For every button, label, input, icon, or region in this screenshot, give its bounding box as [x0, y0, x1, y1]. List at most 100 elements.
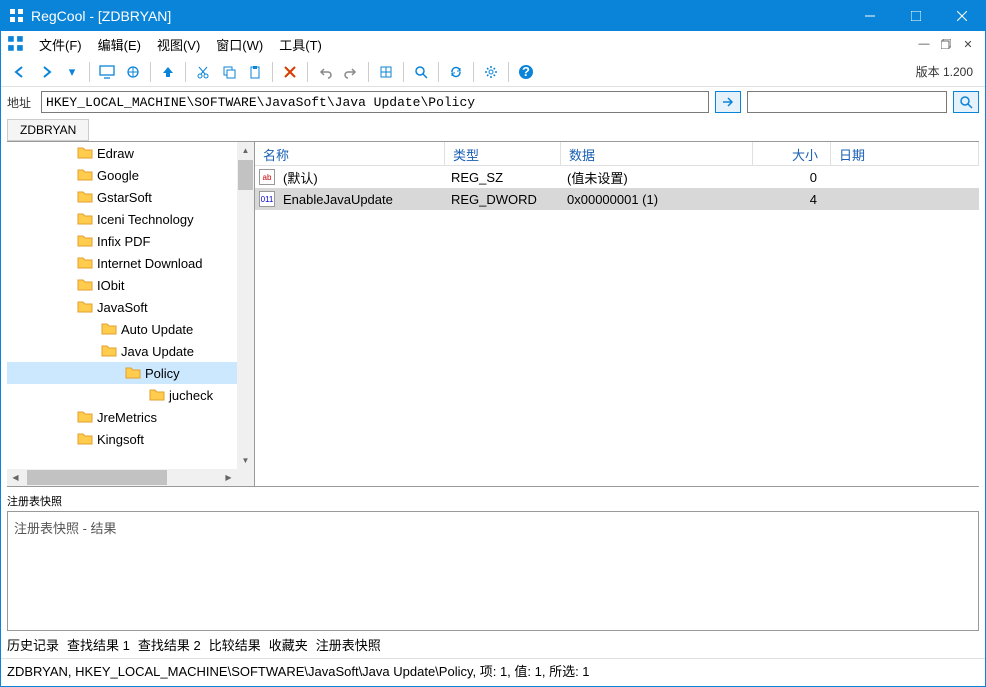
tree-node[interactable]: Auto Update [7, 318, 237, 340]
address-input[interactable] [41, 91, 709, 113]
tree-node[interactable]: Java Update [7, 340, 237, 362]
cut-button[interactable] [191, 60, 215, 84]
cell-type: REG_DWORD [443, 192, 559, 207]
remote-computer-button[interactable] [121, 60, 145, 84]
minimize-button[interactable] [847, 1, 893, 31]
menu-tools[interactable]: 工具(T) [271, 32, 330, 57]
scroll-down-icon[interactable]: ▼ [237, 452, 254, 469]
folder-icon [77, 277, 93, 293]
separator [89, 62, 90, 82]
search-go-button[interactable] [953, 91, 979, 113]
mdi-restore-button[interactable] [937, 35, 955, 53]
folder-icon [101, 321, 117, 337]
folder-icon [77, 211, 93, 227]
bottom-tab[interactable]: 查找结果 1 [67, 638, 130, 653]
tree-node[interactable]: Google [7, 164, 237, 186]
bottom-tab[interactable]: 历史记录 [7, 638, 59, 653]
cell-name: (默认) [275, 168, 443, 187]
column-name[interactable]: 名称 [255, 142, 445, 165]
separator [438, 62, 439, 82]
tree-node[interactable]: JreMetrics [7, 406, 237, 428]
snapshot-panel: 注册表快照 注册表快照 - 结果 [7, 491, 979, 631]
scroll-left-icon[interactable]: ◀ [7, 469, 24, 486]
menu-file[interactable]: 文件(F) [31, 32, 90, 57]
paste-button[interactable] [243, 60, 267, 84]
folder-icon [125, 365, 141, 381]
settings-button[interactable] [479, 60, 503, 84]
delete-button[interactable] [278, 60, 302, 84]
up-button[interactable] [156, 60, 180, 84]
mdi-close-button[interactable]: ✕ [959, 35, 977, 53]
tree-node[interactable]: GstarSoft [7, 186, 237, 208]
scroll-right-icon[interactable]: ▶ [220, 469, 237, 486]
bottom-tab[interactable]: 比较结果 [209, 638, 261, 653]
tree-node[interactable]: Edraw [7, 142, 237, 164]
tree-node[interactable]: JavaSoft [7, 296, 237, 318]
scroll-up-icon[interactable]: ▲ [237, 142, 254, 159]
tab-zdbryan[interactable]: ZDBRYAN [7, 119, 89, 141]
copy-button[interactable] [217, 60, 241, 84]
tree-node[interactable]: jucheck [7, 384, 237, 406]
folder-icon [77, 189, 93, 205]
separator [368, 62, 369, 82]
tree-node[interactable]: Iceni Technology [7, 208, 237, 230]
refresh-button[interactable] [444, 60, 468, 84]
version-label: 版本 1.200 [916, 63, 973, 80]
list-row[interactable]: ab(默认)REG_SZ(值未设置)0 [255, 166, 979, 188]
mdi-minimize-button[interactable]: — [915, 35, 933, 53]
tree-node[interactable]: Policy [7, 362, 237, 384]
close-button[interactable] [939, 1, 985, 31]
help-button[interactable]: ? [514, 60, 538, 84]
tree-node-label: JreMetrics [97, 410, 157, 425]
tree-node-label: IObit [97, 278, 124, 293]
folder-icon [77, 167, 93, 183]
folder-icon [77, 145, 93, 161]
favorites-button[interactable] [374, 60, 398, 84]
back-button[interactable] [8, 60, 32, 84]
menu-window[interactable]: 窗口(W) [208, 32, 271, 57]
scroll-thumb[interactable] [238, 160, 253, 190]
column-size[interactable]: 大小 [753, 142, 831, 165]
search-input[interactable] [747, 91, 947, 113]
tree-node-label: Policy [145, 366, 180, 381]
maximize-button[interactable] [893, 1, 939, 31]
titlebar: RegCool - [ZDBRYAN] [1, 1, 985, 31]
tree-content[interactable]: Edraw Google GstarSoft Iceni Technology Infi… [7, 142, 237, 469]
tree-node-label: Iceni Technology [97, 212, 194, 227]
window-controls [847, 1, 985, 31]
tree-node-label: Google [97, 168, 139, 183]
folder-icon [77, 409, 93, 425]
bottom-tab[interactable]: 查找结果 2 [138, 638, 201, 653]
go-button[interactable] [715, 91, 741, 113]
bottom-tab[interactable]: 收藏夹 [269, 638, 308, 653]
menu-view[interactable]: 视图(V) [149, 32, 208, 57]
list-pane: 名称 类型 数据 大小 日期 ab(默认)REG_SZ(值未设置)0011Ena… [255, 142, 979, 486]
redo-button[interactable] [339, 60, 363, 84]
tree-node[interactable]: Kingsoft [7, 428, 237, 450]
menu-logo-icon [7, 35, 25, 53]
separator [473, 62, 474, 82]
menu-edit[interactable]: 编辑(E) [90, 32, 149, 57]
tree-vertical-scrollbar[interactable]: ▲ ▼ [237, 142, 254, 469]
column-data[interactable]: 数据 [561, 142, 753, 165]
tree-node[interactable]: Infix PDF [7, 230, 237, 252]
tree-node-label: Auto Update [121, 322, 193, 337]
app-logo-icon [9, 8, 25, 24]
column-type[interactable]: 类型 [445, 142, 561, 165]
tree-node[interactable]: IObit [7, 274, 237, 296]
scroll-corner [237, 469, 254, 486]
scroll-thumb[interactable] [27, 470, 167, 485]
column-date[interactable]: 日期 [831, 142, 979, 165]
bottom-tab[interactable]: 注册表快照 [316, 638, 381, 653]
list-body[interactable]: ab(默认)REG_SZ(值未设置)0011EnableJavaUpdateRE… [255, 166, 979, 210]
search-button[interactable] [409, 60, 433, 84]
list-row[interactable]: 011EnableJavaUpdateREG_DWORD0x00000001 (… [255, 188, 979, 210]
local-computer-button[interactable] [95, 60, 119, 84]
snapshot-box: 注册表快照 - 结果 [7, 511, 979, 631]
status-bar: ZDBRYAN, HKEY_LOCAL_MACHINE\SOFTWARE\Jav… [1, 658, 985, 682]
dropdown-history-button[interactable]: ▾ [60, 60, 84, 84]
undo-button[interactable] [313, 60, 337, 84]
tree-node[interactable]: Internet Download [7, 252, 237, 274]
forward-button[interactable] [34, 60, 58, 84]
tree-horizontal-scrollbar[interactable]: ◀ ▶ [7, 469, 237, 486]
